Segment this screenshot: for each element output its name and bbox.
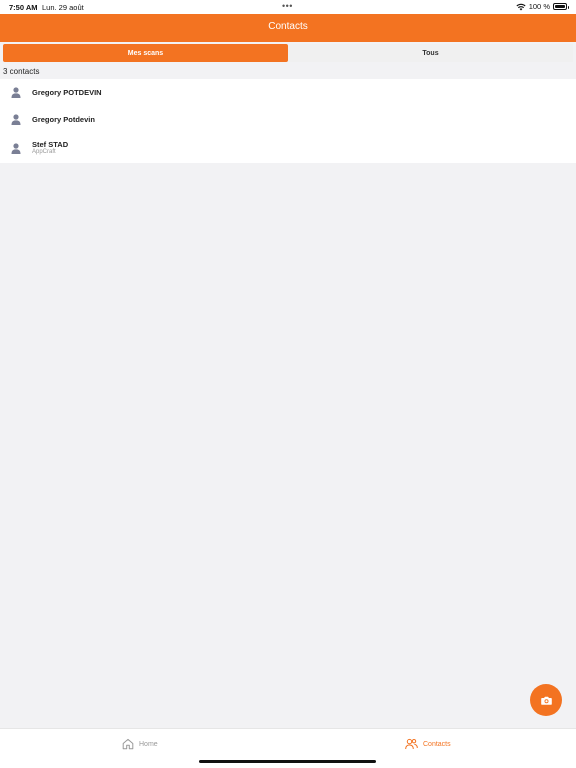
person-icon	[11, 143, 21, 154]
page-title: Contacts	[268, 21, 308, 32]
segmented-tabs: Mes scans Tous	[0, 42, 576, 64]
tab-tous[interactable]: Tous	[288, 44, 573, 62]
nav-contacts[interactable]: Contacts	[405, 738, 451, 750]
contact-name: Stef STAD	[32, 140, 69, 149]
contact-company: AppCraft	[32, 149, 56, 155]
status-right: 100 %	[516, 2, 569, 11]
contact-name: Gregory POTDEVIN	[32, 88, 102, 97]
contact-name: Gregory Potdevin	[32, 115, 95, 124]
battery-text: 100 %	[528, 2, 550, 11]
scan-camera-button[interactable]	[530, 684, 562, 716]
home-indicator[interactable]	[199, 760, 376, 763]
wifi-icon	[516, 3, 526, 10]
camera-icon	[540, 696, 552, 705]
home-icon	[122, 738, 134, 750]
status-bar: 7:50 AM Lun. 29 août ••• 100 %	[0, 0, 576, 14]
tab-mes-scans[interactable]: Mes scans	[3, 44, 288, 62]
users-icon	[405, 738, 418, 750]
person-icon	[11, 114, 21, 125]
contact-row[interactable]: Gregory Potdevin	[0, 106, 576, 133]
nav-contacts-label: Contacts	[423, 740, 451, 748]
battery-icon	[553, 3, 569, 10]
nav-home[interactable]: Home	[122, 738, 158, 750]
multitask-dots[interactable]: •••	[282, 1, 293, 11]
nav-home-label: Home	[139, 740, 158, 748]
contact-row[interactable]: Stef STAD AppCraft	[0, 133, 576, 163]
screen: 7:50 AM Lun. 29 août ••• 100 % Contacts …	[0, 0, 576, 768]
contact-row[interactable]: Gregory POTDEVIN	[0, 79, 576, 106]
app-header: Contacts	[0, 14, 576, 42]
contact-list: Gregory POTDEVIN Gregory Potdevin Stef S…	[0, 79, 576, 163]
person-icon	[11, 87, 21, 98]
contacts-count: 3 contacts	[3, 67, 40, 76]
status-date: Lun. 29 août	[42, 3, 84, 12]
status-time: 7:50 AM	[9, 3, 38, 12]
